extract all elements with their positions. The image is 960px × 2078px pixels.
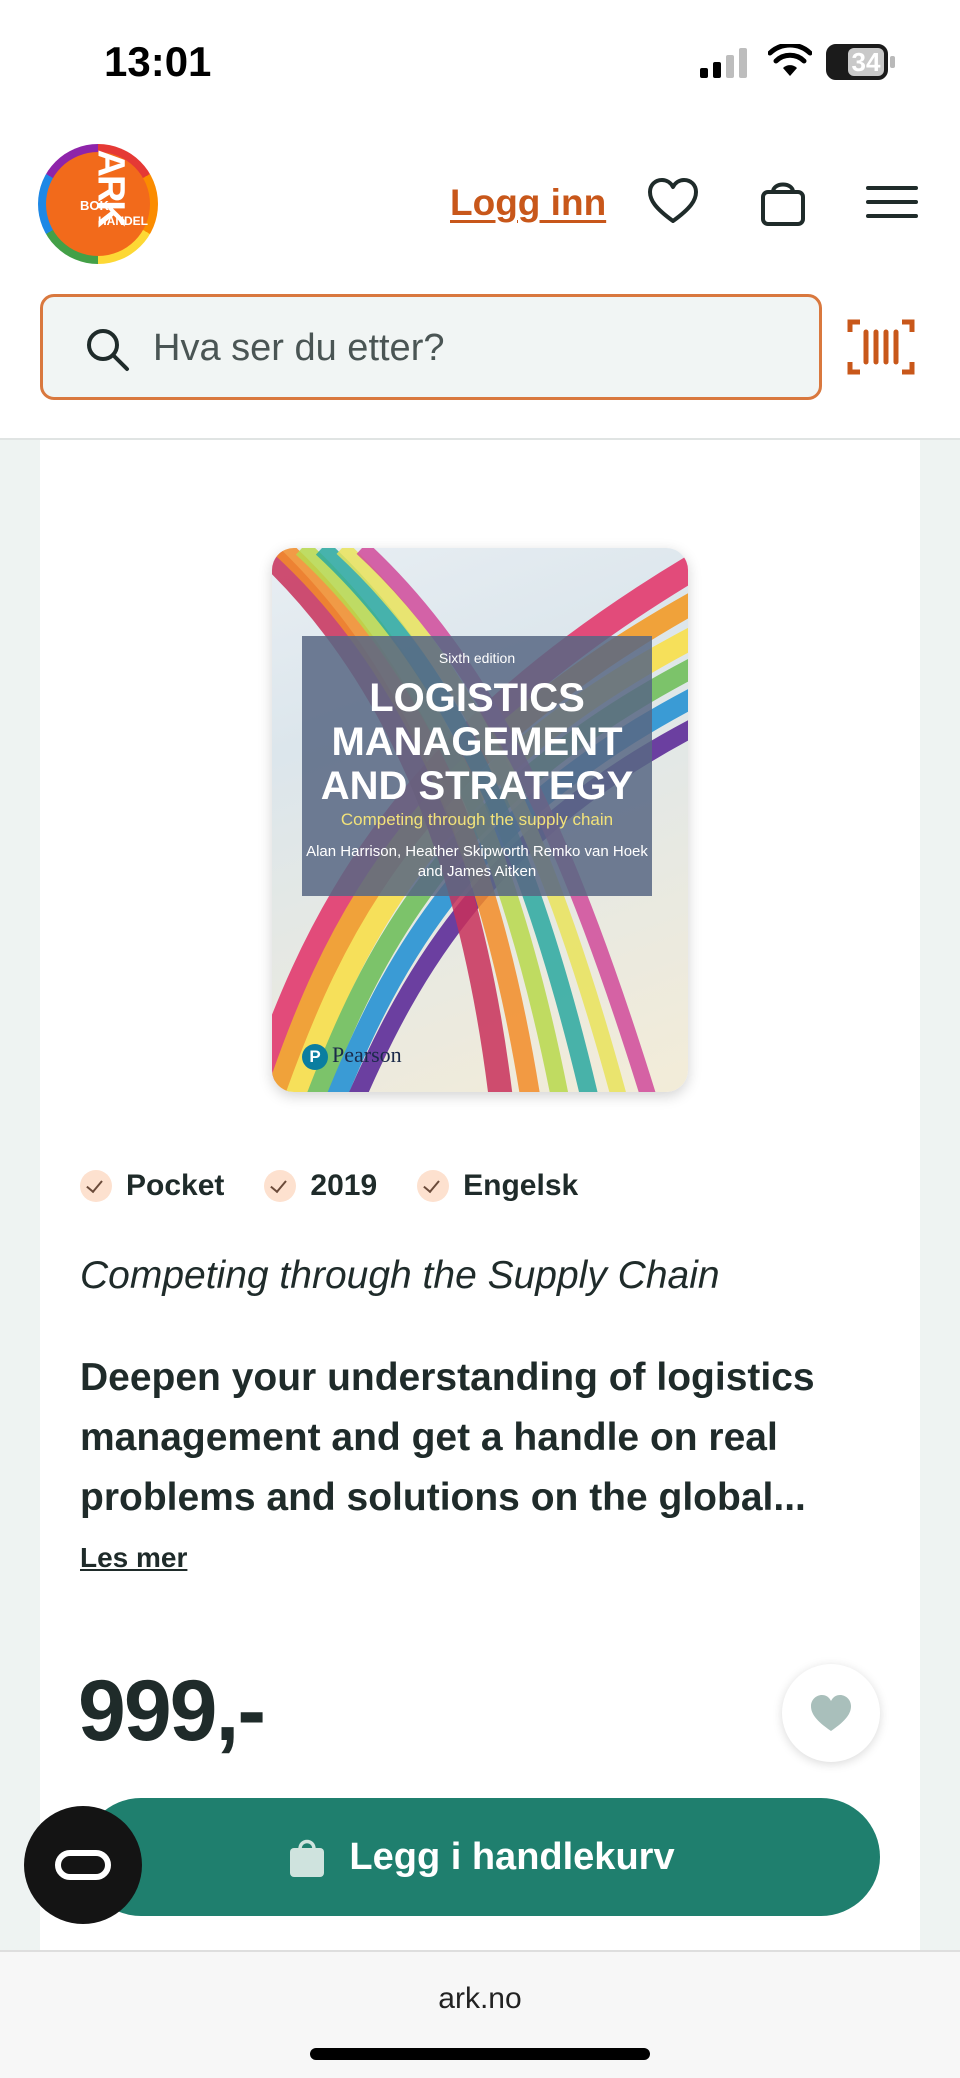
battery-icon: 34 (826, 44, 896, 80)
check-icon (264, 1170, 297, 1202)
tag-label: 2019 (310, 1169, 378, 1202)
tag-label: Engelsk (463, 1169, 579, 1202)
ark-logo[interactable]: ARK BOK HANDEL (38, 144, 158, 264)
cover-authors: Alan Harrison, Heather Skipworth Remko v… (306, 843, 648, 880)
home-indicator[interactable] (310, 2048, 650, 2060)
heart-filled-icon (811, 1695, 851, 1731)
status-bar: 13:01 34 (0, 0, 960, 126)
heart-icon[interactable] (645, 174, 701, 230)
status-time: 13:01 (104, 38, 212, 85)
tag-year: 2019 (264, 1169, 377, 1203)
logo-bok-text: BOK (80, 198, 109, 213)
shopping-bag-icon[interactable] (755, 174, 811, 230)
login-link[interactable]: Logg inn (450, 182, 606, 224)
product-card: Sixth edition LOGISTICS MANAGEMENT AND S… (40, 440, 920, 1950)
product-tags: Pocket 2019 Engelsk (80, 1166, 618, 1206)
cellular-signal-icon (700, 48, 747, 78)
link-icon (55, 1850, 111, 1880)
cover-title-band: Sixth edition LOGISTICS MANAGEMENT AND S… (302, 636, 652, 896)
logo-handel-text: HANDEL (98, 214, 148, 228)
floating-chat-button[interactable] (24, 1806, 142, 1924)
cover-subtitle: Competing through the supply chain (340, 810, 614, 829)
product-price: 999,- (78, 1663, 266, 1759)
tag-label: Pocket (126, 1169, 225, 1202)
add-to-wishlist-button[interactable] (782, 1664, 880, 1762)
hamburger-menu-icon[interactable] (864, 174, 920, 230)
wifi-icon (768, 44, 812, 76)
tag-format: Pocket (80, 1169, 224, 1203)
cover-publisher-name: Pearson (332, 1042, 402, 1067)
cover-title: LOGISTICS MANAGEMENT AND STRATEGY (320, 676, 634, 808)
add-to-cart-button[interactable]: Legg i handlekurv (82, 1798, 880, 1916)
search-icon (87, 329, 129, 371)
check-icon (80, 1170, 112, 1202)
shopping-bag-icon (290, 1839, 325, 1877)
product-description: Deepen your understanding of logistics m… (80, 1356, 815, 1519)
read-more-link[interactable]: Les mer (80, 1542, 187, 1574)
pearson-logo-icon: P (302, 1044, 328, 1070)
cover-edition: Sixth edition (438, 650, 516, 666)
battery-level: 34 (848, 48, 884, 76)
product-subtitle: Competing through the Supply Chain (80, 1254, 720, 1297)
barcode-scan-icon[interactable] (846, 318, 916, 376)
cover-publisher: P Pearson (302, 1042, 402, 1070)
tag-language: Engelsk (417, 1169, 578, 1203)
browser-address-bar[interactable]: ark.no (0, 1950, 960, 2078)
add-to-cart-label: Legg i handlekurv (349, 1835, 675, 1878)
site-header: ARK BOK HANDEL Logg inn (0, 126, 960, 440)
search-box[interactable] (40, 294, 822, 400)
search-input[interactable] (153, 317, 793, 379)
browser-url[interactable]: ark.no (0, 1982, 960, 2016)
book-cover-image[interactable]: Sixth edition LOGISTICS MANAGEMENT AND S… (272, 548, 688, 1092)
check-icon (417, 1170, 450, 1202)
